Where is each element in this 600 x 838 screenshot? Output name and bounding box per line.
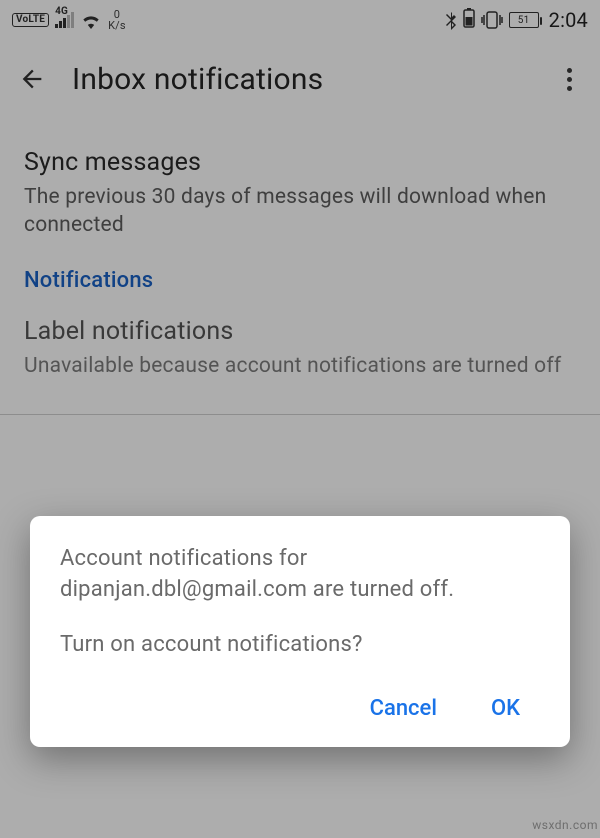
status-bar: VoLTE 4G 0 K/s 51 2:04 <box>0 0 600 40</box>
dialog-message-1: Account notifications for dipanjan.dbl@g… <box>60 544 540 606</box>
divider <box>0 414 600 415</box>
sync-messages-item[interactable]: Sync messages The previous 30 days of me… <box>24 148 576 240</box>
battery-percent-icon: 51 <box>509 12 539 28</box>
sync-messages-title: Sync messages <box>24 148 576 177</box>
volte-badge: VoLTE <box>12 13 49 27</box>
label-notifications-title: Label notifications <box>24 317 576 346</box>
clock: 2:04 <box>549 8 588 32</box>
status-right: 51 2:04 <box>445 8 588 32</box>
wifi-icon <box>80 11 102 29</box>
overflow-menu-icon[interactable] <box>557 58 582 101</box>
network-speed: 0 K/s <box>108 9 126 31</box>
bluetooth-icon <box>445 10 457 30</box>
settings-content: Sync messages The previous 30 days of me… <box>0 118 600 380</box>
dialog-message-2: Turn on account notifications? <box>60 630 540 661</box>
label-notifications-item: Label notifications Unavailable because … <box>24 317 576 380</box>
sync-messages-desc: The previous 30 days of messages will do… <box>24 183 576 240</box>
cancel-button[interactable]: Cancel <box>350 684 457 733</box>
battery-plain-icon <box>463 8 475 32</box>
back-icon[interactable] <box>18 65 46 93</box>
ok-button[interactable]: OK <box>471 684 540 733</box>
status-left: VoLTE 4G 0 K/s <box>12 9 126 31</box>
signal-4g-icon: 4G <box>55 12 74 28</box>
app-bar: Inbox notifications <box>0 40 600 118</box>
notifications-section-label: Notifications <box>24 268 576 293</box>
dialog-actions: Cancel OK <box>60 684 540 733</box>
confirmation-dialog: Account notifications for dipanjan.dbl@g… <box>30 516 570 747</box>
label-notifications-desc: Unavailable because account notification… <box>24 352 576 380</box>
vibrate-icon <box>481 11 503 29</box>
watermark: wsxdn.com <box>532 818 598 832</box>
page-title: Inbox notifications <box>72 62 323 97</box>
